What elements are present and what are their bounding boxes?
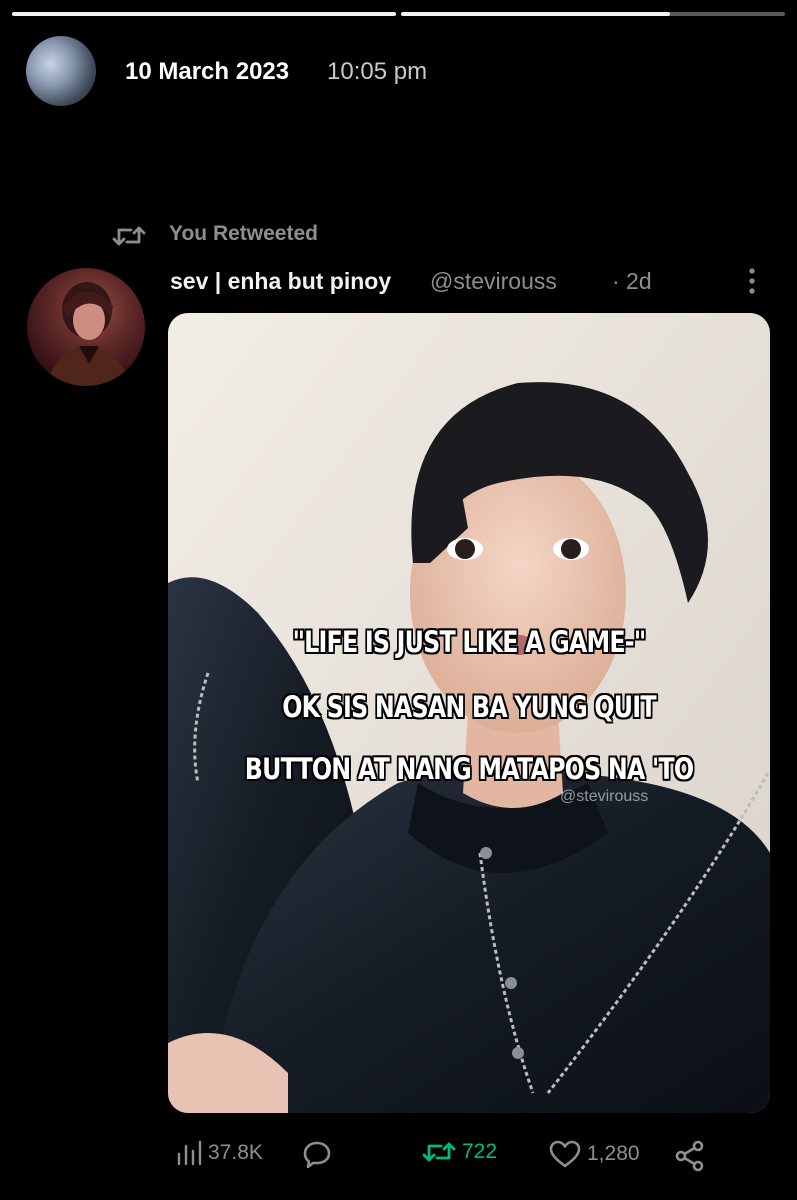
share-icon — [675, 1140, 704, 1172]
tweet-age[interactable]: · 2d — [612, 268, 652, 295]
views-action[interactable]: 37.8K — [176, 1140, 263, 1166]
story-progress-segment-2 — [401, 12, 785, 16]
author-avatar[interactable] — [27, 268, 145, 386]
tweet-action-bar: 37.8K 722 1,280 — [0, 1140, 797, 1180]
image-watermark: @stevirouss — [560, 788, 649, 805]
meme-text-line-2: OK SIS NASAN BA YUNG QUIT — [282, 690, 656, 724]
views-count: 37.8K — [208, 1141, 263, 1164]
tweet-media-image[interactable]: "LIFE IS JUST LIKE A GAME-" OK SIS NASAN… — [168, 313, 770, 1113]
meme-text-line-1: "LIFE IS JUST LIKE A GAME-" — [292, 625, 647, 659]
story-avatar[interactable] — [26, 36, 96, 106]
more-icon[interactable] — [740, 266, 764, 296]
retweet-context-label: You Retweeted — [169, 222, 318, 245]
retweet-action[interactable]: 722 — [422, 1140, 497, 1164]
story-time: 10:05 pm — [327, 58, 428, 85]
share-action[interactable] — [674, 1140, 706, 1172]
reply-action[interactable] — [302, 1140, 332, 1168]
like-count: 1,280 — [587, 1142, 640, 1165]
retweet-count: 722 — [462, 1140, 498, 1163]
retweet-action-icon — [422, 1142, 456, 1162]
story-date: 10 March 2023 — [125, 58, 290, 85]
retweet-icon — [112, 226, 146, 246]
meme-text-line-3: BUTTON AT NANG MATAPOS NA 'TO — [244, 752, 694, 786]
like-action[interactable]: 1,280 — [549, 1140, 640, 1168]
views-icon — [177, 1140, 202, 1166]
reply-icon — [303, 1141, 331, 1168]
like-icon — [549, 1140, 581, 1168]
author-name[interactable]: sev | enha but pinoy — [170, 268, 391, 295]
author-handle[interactable]: @stevirouss — [430, 268, 557, 295]
story-progress-segment-1 — [12, 12, 396, 16]
